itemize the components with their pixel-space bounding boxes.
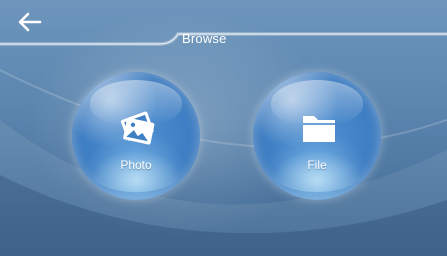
file-button[interactable]: File	[253, 72, 381, 200]
page-title: Browse	[182, 31, 227, 46]
photos-icon	[120, 111, 155, 145]
photo-button[interactable]: Photo	[72, 72, 200, 200]
arrow-left-icon	[18, 12, 42, 32]
file-label: File	[307, 158, 327, 172]
folder-icon	[303, 116, 335, 142]
browse-screen: Browse Photo File	[0, 0, 447, 256]
photo-label: Photo	[120, 158, 152, 172]
back-button[interactable]	[10, 6, 50, 38]
